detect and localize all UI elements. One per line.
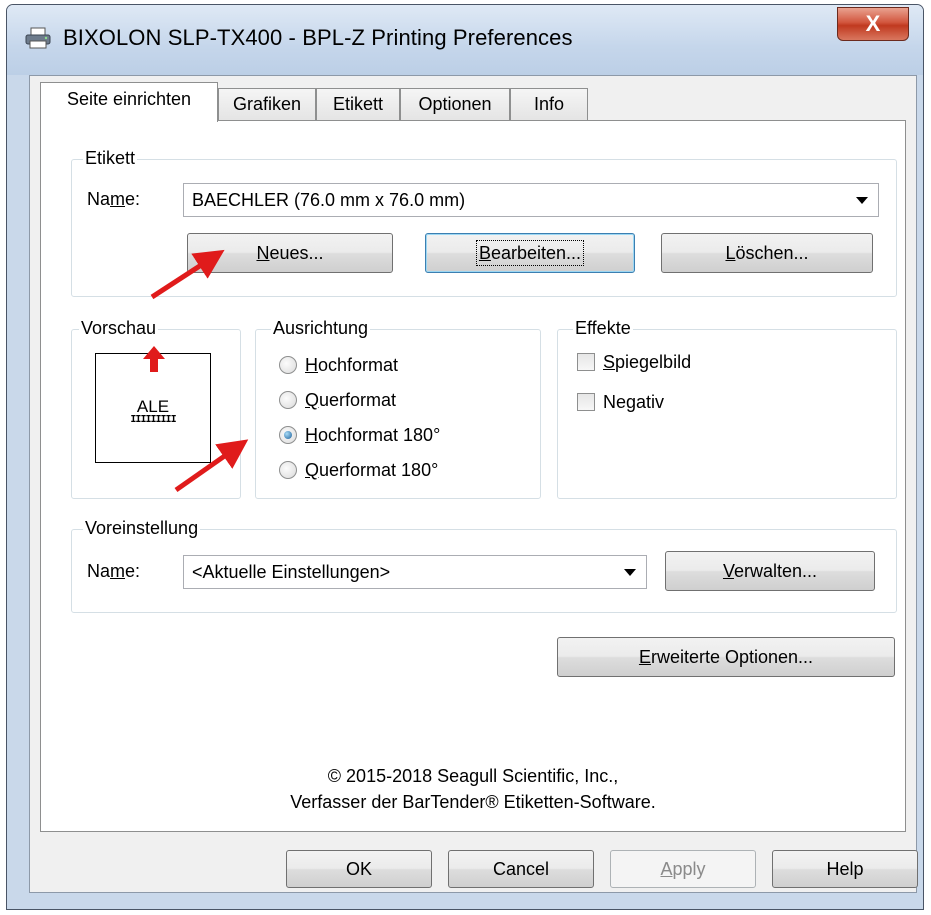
annotation-arrow-portrait-180	[174, 439, 249, 493]
tab-label: Seite einrichten	[66, 89, 192, 109]
annotation-arrow-new-button	[150, 249, 225, 300]
tab-seite-einrichten[interactable]: Seite einrichten	[40, 82, 218, 122]
annotation-overlay	[150, 249, 249, 493]
